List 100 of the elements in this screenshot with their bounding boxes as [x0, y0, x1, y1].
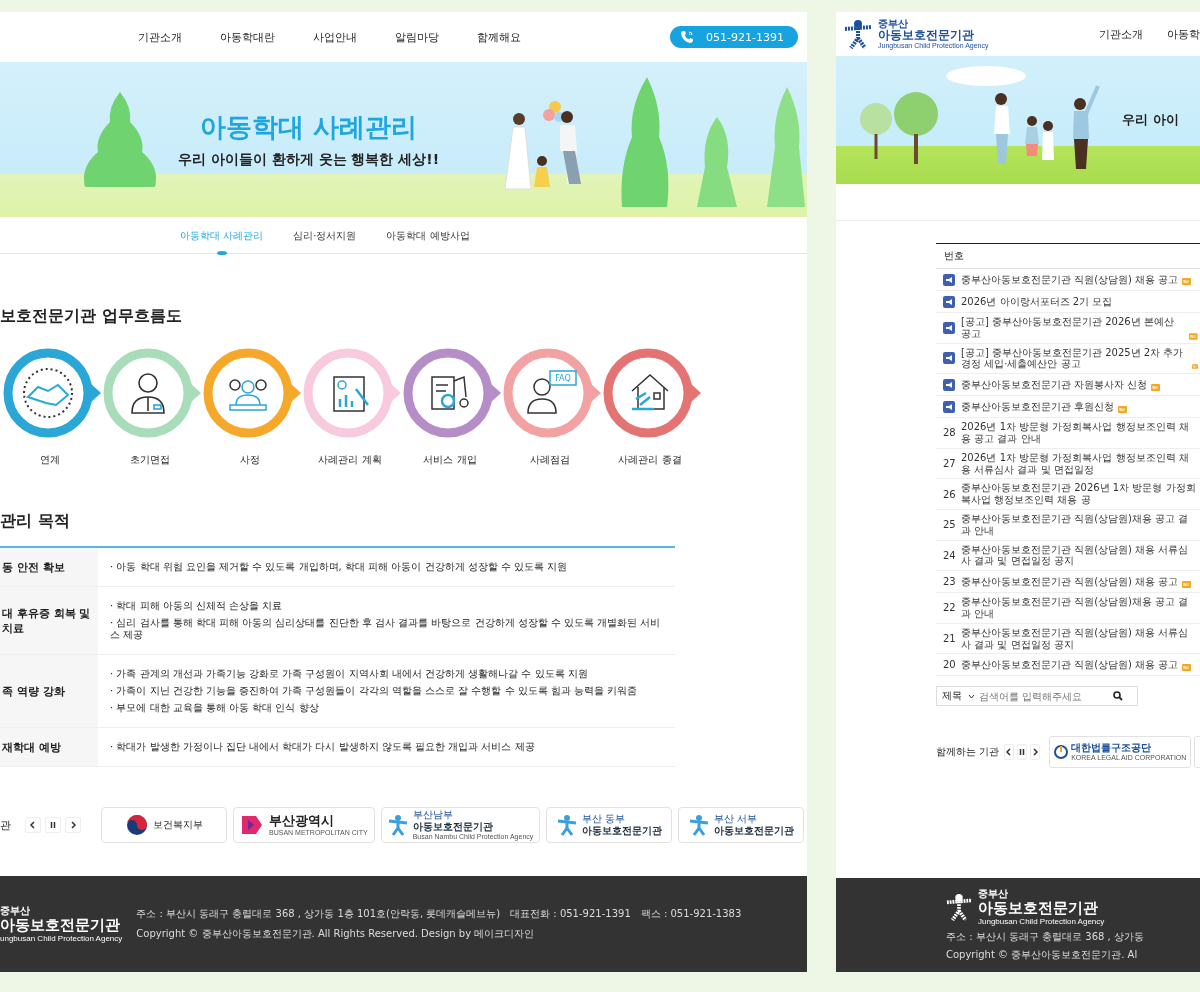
- emblem-icon: [1054, 745, 1069, 760]
- chevron-right-icon: [1031, 748, 1040, 757]
- footer-address: 주소 : 부산시 동래구 충렬대로 368 , 상가동: [946, 930, 1145, 944]
- post-number: 20: [943, 659, 955, 671]
- post-number: 24: [943, 549, 955, 561]
- pause-icon: [1018, 748, 1027, 757]
- next-button[interactable]: [65, 817, 81, 833]
- post-title-link[interactable]: 중부산아동보호전문기관 직원(상담원) 채용 서류심사 결과 및 면접일정 공지: [961, 626, 1198, 651]
- pause-button[interactable]: [1017, 744, 1028, 761]
- previous-button[interactable]: [25, 817, 41, 833]
- banner-title: 아동학대 사례관리: [199, 111, 418, 144]
- table-cell-text: · 심리 검사를 통해 학대 피해 아동의 심리상태를 진단한 후 검사 결과를 바탕으로 건강하게 성장할 수 있도록 개별화된 서비스 제공: [110, 617, 662, 641]
- sub-tab[interactable]: 아동학대 예방사업: [386, 217, 470, 253]
- post-number: 23: [943, 576, 955, 588]
- table-cell-text: · 학대 피해 아동의 신체적 손상을 치료: [110, 600, 284, 612]
- post-title-link[interactable]: 중부산아동보호전문기관 2026년 1차 방문형 가정회복사업 행정보조인력 채용 공: [961, 482, 1198, 506]
- post-number: 22: [943, 602, 955, 614]
- post-title-link[interactable]: 2026년 1차 방문형 가정회복사업 행정보조인력 채용 공고 결과 안내: [961, 421, 1198, 445]
- post-number: 27: [943, 458, 955, 470]
- child-figure-logo-icon: [946, 893, 972, 922]
- house-gavel-icon: [630, 374, 669, 411]
- sub-tab[interactable]: 심리·정서지원: [293, 217, 357, 253]
- post-title-link[interactable]: 2026년 1차 방문형 가정회복사업 행정보조인력 채용 서류심사 결과 및 면접일정: [961, 451, 1198, 476]
- nav-link[interactable]: 함께해요: [477, 29, 521, 45]
- pause-button[interactable]: [45, 817, 61, 833]
- post-title-link[interactable]: 중부산아동보호전문기관 후원신청: [961, 400, 1115, 413]
- nav-link[interactable]: 사업안내: [313, 29, 357, 45]
- banner-subtitle: 우리 아이들이 환하게 웃는 행복한 세상!!: [177, 151, 440, 169]
- step-label: 사정: [240, 453, 260, 467]
- footer-fax: 팩스 : 051-921-1383: [640, 907, 742, 921]
- table-cell-text: · 아동 학대 위험 요인을 제거할 수 있도록 개입하며, 학대 피해 아동이 건강하게 성장할 수 있도록 지원: [110, 561, 568, 573]
- logo-region: 부산 서부: [713, 813, 758, 825]
- megaphone-icon: [943, 378, 955, 391]
- city-emblem-icon: [240, 814, 264, 836]
- table-cell-text: · 가족 관계의 개선과 가족기능 강화로 가족 구성원이 지역사회 내에서 건강하게 생활해나갈 수 있도록 지원: [110, 668, 589, 680]
- document-chart-icon: [333, 376, 369, 412]
- post-title-link[interactable]: 중부산아동보호전문기관 자원봉사자 신청: [961, 378, 1148, 391]
- megaphone-icon: [943, 400, 955, 413]
- post-title-link[interactable]: 중부산아동보호전문기관 직원(상담원)채용 공고 결과 안내: [961, 596, 1198, 620]
- search-field[interactable]: 제목 검색어를 입력해주세요: [936, 686, 1138, 707]
- nav-link[interactable]: 기관소개: [1099, 26, 1143, 42]
- previous-button[interactable]: [1004, 744, 1015, 761]
- post-title-link[interactable]: [공고] 중부산아동보호전문기관 2026년 본예산 공고: [961, 316, 1186, 340]
- logo-name: 보건복지부: [152, 818, 203, 832]
- post-number: 26: [943, 488, 955, 500]
- logo-name: 아동보호전문기관: [412, 820, 494, 833]
- logo-text: 중부산: [878, 18, 908, 30]
- footer-logo-text: 아동보호전문기관: [0, 916, 121, 934]
- child-figure-logo-icon: [844, 19, 872, 49]
- post-title-link[interactable]: 중부산아동보호전문기관 직원(상담원)채용 공고 결과 안내: [961, 512, 1198, 537]
- step-label: 사례점검: [530, 453, 570, 467]
- step-label: 연계: [40, 453, 60, 467]
- nav-link[interactable]: 아동학대란: [220, 29, 275, 45]
- partner-logo-card[interactable]: 보건복지부: [101, 807, 227, 843]
- section-title: 보호전문기관 업무흐름도: [0, 306, 183, 327]
- partners-title: 함께하는 기관: [936, 745, 1000, 760]
- footer-logo-text: 중부산: [0, 905, 31, 917]
- footer-phone: 대표전화 : 051-921-1391: [510, 907, 631, 921]
- step-label: 사례관리 종결: [618, 453, 682, 467]
- post-number: 21: [943, 633, 955, 645]
- post-title-link[interactable]: 중부산아동보호전문기관 직원(상담원) 채용 공고: [961, 658, 1179, 671]
- businessman-icon: [131, 373, 165, 414]
- logo-name: 아동보호전문기관: [581, 825, 662, 837]
- footer-logo-text: ungbusan Child Protection Agency: [0, 933, 123, 943]
- search-category-select[interactable]: 제목: [942, 689, 975, 704]
- table-header-cell: 재학대 예방: [0, 728, 98, 766]
- table-cell-text: · 가족이 지닌 건강한 기능을 증진하여 가족 구성원들이 각각의 역할을 스스로 잘 수행할 수 있도록 힘과 능력을 키워줌: [110, 685, 638, 697]
- search-icon[interactable]: [1113, 691, 1123, 702]
- banner-subtitle: 우리 아이: [1122, 111, 1179, 129]
- megaphone-icon: [943, 352, 955, 365]
- document-gear-icon: [431, 375, 469, 410]
- step-label: 사례관리 계획: [318, 453, 382, 467]
- logo-name: 아동보호전문기관: [713, 825, 794, 837]
- post-number: 28: [943, 427, 955, 439]
- nav-link[interactable]: 아동학: [1167, 26, 1200, 42]
- pause-icon: [49, 821, 57, 829]
- post-title-link[interactable]: 중부산아동보호전문기관 직원(상담원) 채용 공고: [961, 273, 1179, 286]
- partner-logo-card[interactable]: 부산 서부 아동보호전문기관: [678, 807, 805, 843]
- post-title-link[interactable]: [공고] 중부산아동보호전문기관 2025년 2차 추가경정 세입·세출예산안 공고: [961, 346, 1189, 371]
- logo-text: 아동보호전문기관: [878, 29, 975, 43]
- partners-title: 관: [0, 817, 11, 833]
- table-cell-text: · 학대가 발생한 가정이나 집단 내에서 학대가 다시 발생하지 않도록 필요한 개입과 서비스 제공: [110, 741, 535, 753]
- taegeuk-icon: [125, 814, 148, 836]
- post-number: 25: [943, 519, 955, 531]
- phone-icon: [680, 30, 695, 44]
- logo-region: 부산남부: [412, 808, 454, 821]
- footer-address: 주소 : 부산시 동래구 충렬대로 368 , 상가동 1층 101호(안락동, 롯데캐슬메브뉴): [136, 907, 501, 921]
- child-figure-icon: [688, 814, 709, 836]
- step-label: 서비스 개입: [423, 453, 477, 467]
- post-title-link[interactable]: 중부산아동보호전문기관 직원(상담원) 채용 공고: [961, 575, 1179, 588]
- post-title-link[interactable]: 2026년 아이랑서포터즈 2기 모집: [961, 295, 1113, 308]
- footer-logo-text: 아동보호전문기관: [978, 899, 1099, 917]
- nav-link[interactable]: 기관소개: [138, 29, 182, 45]
- megaphone-icon: [943, 295, 955, 308]
- next-button[interactable]: [1030, 744, 1041, 761]
- partner-logo-card[interactable]: 부산 동부 아동보호전문기관: [546, 807, 673, 843]
- nav-link[interactable]: 알림마당: [395, 29, 439, 45]
- table-header-cell: 대 후유증 회복 및 치료: [0, 587, 98, 654]
- meeting-people-icon: [229, 379, 267, 411]
- post-title-link[interactable]: 중부산아동보호전문기관 직원(상담원) 채용 서류심사 결과 및 면접일정 공지: [961, 543, 1198, 568]
